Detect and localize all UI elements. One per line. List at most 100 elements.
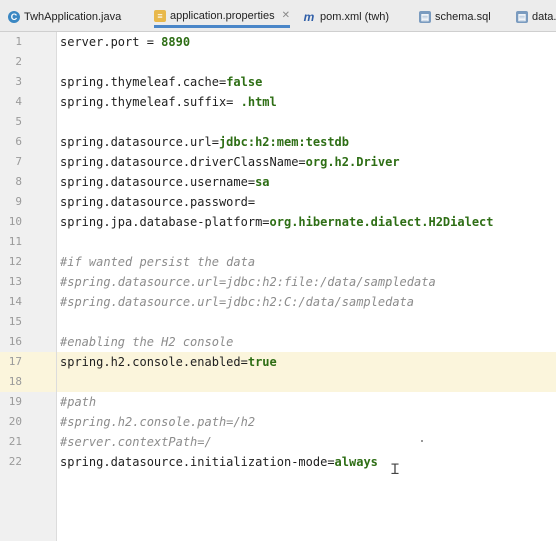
property-key: spring.datasource.url [60,135,212,149]
property-value: 8890 [161,35,191,49]
code-line[interactable] [57,312,556,332]
code-line[interactable]: #if wanted persist the data [57,252,556,272]
code-line[interactable]: spring.datasource.username=sa [57,172,556,192]
code-line[interactable]: #enabling the H2 console [57,332,556,352]
property-value: .html [240,95,277,109]
property-key: spring.datasource.driverClassName [60,155,299,169]
line-number: 22 [8,455,22,468]
properties-file-icon: ≡ [154,9,166,22]
property-separator: = [262,215,270,229]
line-number-gutter: 1 2 3 4 5 6 7 8 9 10 11 12 13 14 15 16 17 18 19 20 21 22 [0,32,57,541]
sql-file-icon: ▤ [419,11,431,23]
line-number: 12 [8,255,22,268]
line-number: 17 [8,355,22,368]
property-value: sa [255,175,270,189]
code-line[interactable]: #spring.datasource.url=jdbc:h2:C:/data/s… [57,292,556,312]
line-number: 7 [15,155,22,168]
code-comment: #spring.datasource.url=jdbc:h2:file:/dat… [60,275,436,289]
line-number: 8 [15,175,22,188]
property-separator: = [298,155,306,169]
line-number: 15 [8,315,22,328]
code-comment: #spring.h2.console.path=/h2 [60,415,256,429]
tab-label: data. [532,11,556,23]
code-line[interactable] [57,232,556,252]
code-line[interactable]: server.port = 8890 [57,32,556,52]
code-line[interactable]: #path [57,392,556,412]
property-key: spring.h2.console.enabled [60,355,241,369]
property-separator: = [226,95,241,109]
property-key: spring.thymeleaf.suffix [60,95,227,109]
line-number: 6 [15,135,22,148]
code-comment: #path [60,395,97,409]
code-line[interactable]: spring.datasource.url=jdbc:h2:mem:testdb [57,132,556,152]
property-key: spring.datasource.username [60,175,248,189]
tab-label: application.properties [170,9,275,22]
line-number: 19 [8,395,22,408]
line-number: 2 [15,55,22,68]
line-number: 5 [15,115,22,128]
line-number: 16 [8,335,22,348]
code-line[interactable]: #spring.datasource.url=jdbc:h2:file:/dat… [57,272,556,292]
code-line[interactable]: spring.thymeleaf.suffix= .html [57,92,556,112]
code-line[interactable]: spring.datasource.password= [57,192,556,212]
property-key: spring.datasource.initialization-mode [60,455,328,469]
close-icon[interactable]: ✕ [282,10,290,21]
property-separator: = [247,195,256,209]
code-line[interactable]: spring.datasource.driverClassName=org.h2… [57,152,556,172]
stray-dot [421,440,423,442]
line-number: 14 [8,295,22,308]
property-key: spring.datasource.password [60,195,248,209]
property-value: jdbc:h2:mem:testdb [218,135,349,149]
tab-pom-xml[interactable]: m pom.xml (twh) [302,6,389,28]
code-line[interactable]: spring.datasource.initialization-mode=al… [57,452,556,472]
code-line[interactable] [57,372,556,392]
line-number: 9 [15,195,22,208]
tab-label: schema.sql [435,11,491,23]
property-value: org.hibernate.dialect.H2Dialect [269,215,494,229]
property-separator: = [327,455,335,469]
code-comment: #if wanted persist the data [60,255,256,269]
property-separator: = [247,175,256,189]
line-number: 3 [15,75,22,88]
code-comment: #server.contextPath=/ [60,435,212,449]
line-number: 21 [8,435,22,448]
sql-file-icon: ▤ [516,11,528,23]
line-number: 11 [8,235,22,248]
property-key: server.port [60,35,140,49]
code-line[interactable] [57,112,556,132]
code-line[interactable]: spring.jpa.database-platform=org.hiberna… [57,212,556,232]
property-key: spring.thymeleaf.cache [60,75,219,89]
tab-data-sql[interactable]: ▤ data. [516,6,556,28]
text-cursor-icon: Ｉ [388,462,402,478]
property-value: always [334,455,378,469]
line-number: 10 [8,215,22,228]
editor-tab-bar: C TwhApplication.java ≡ application.prop… [0,0,556,32]
property-separator: = [139,35,162,49]
property-value: org.h2.Driver [305,155,400,169]
tab-label: pom.xml (twh) [320,11,390,23]
code-comment: #enabling the H2 console [60,335,234,349]
property-value: false [226,75,263,89]
code-line[interactable]: spring.thymeleaf.cache=false [57,72,556,92]
code-editor[interactable]: server.port = 8890 spring.thymeleaf.cache… [57,32,556,541]
tab-label: TwhApplication.java [24,11,122,23]
tab-schema-sql[interactable]: ▤ schema.sql [419,6,491,28]
property-separator: = [211,135,219,149]
property-key: spring.jpa.database-platform [60,215,263,229]
line-number: 4 [15,95,22,108]
tab-twhapplication-java[interactable]: C TwhApplication.java [8,6,121,28]
code-comment: #spring.datasource.url=jdbc:h2:C:/data/s… [60,295,415,309]
code-line[interactable] [57,52,556,72]
maven-icon: m [303,10,315,24]
line-number: 1 [15,35,22,48]
java-class-icon: C [8,11,20,23]
line-number: 20 [8,415,22,428]
tab-application-properties[interactable]: ≡ application.properties ✕ [154,6,290,28]
line-number: 13 [8,275,22,288]
property-separator: = [240,355,248,369]
code-line[interactable]: spring.h2.console.enabled=true [57,352,556,372]
property-value: true [247,355,277,369]
code-line[interactable]: #spring.h2.console.path=/h2 [57,412,556,432]
code-line[interactable]: #server.contextPath=/ [57,432,556,452]
line-number: 18 [8,375,22,388]
